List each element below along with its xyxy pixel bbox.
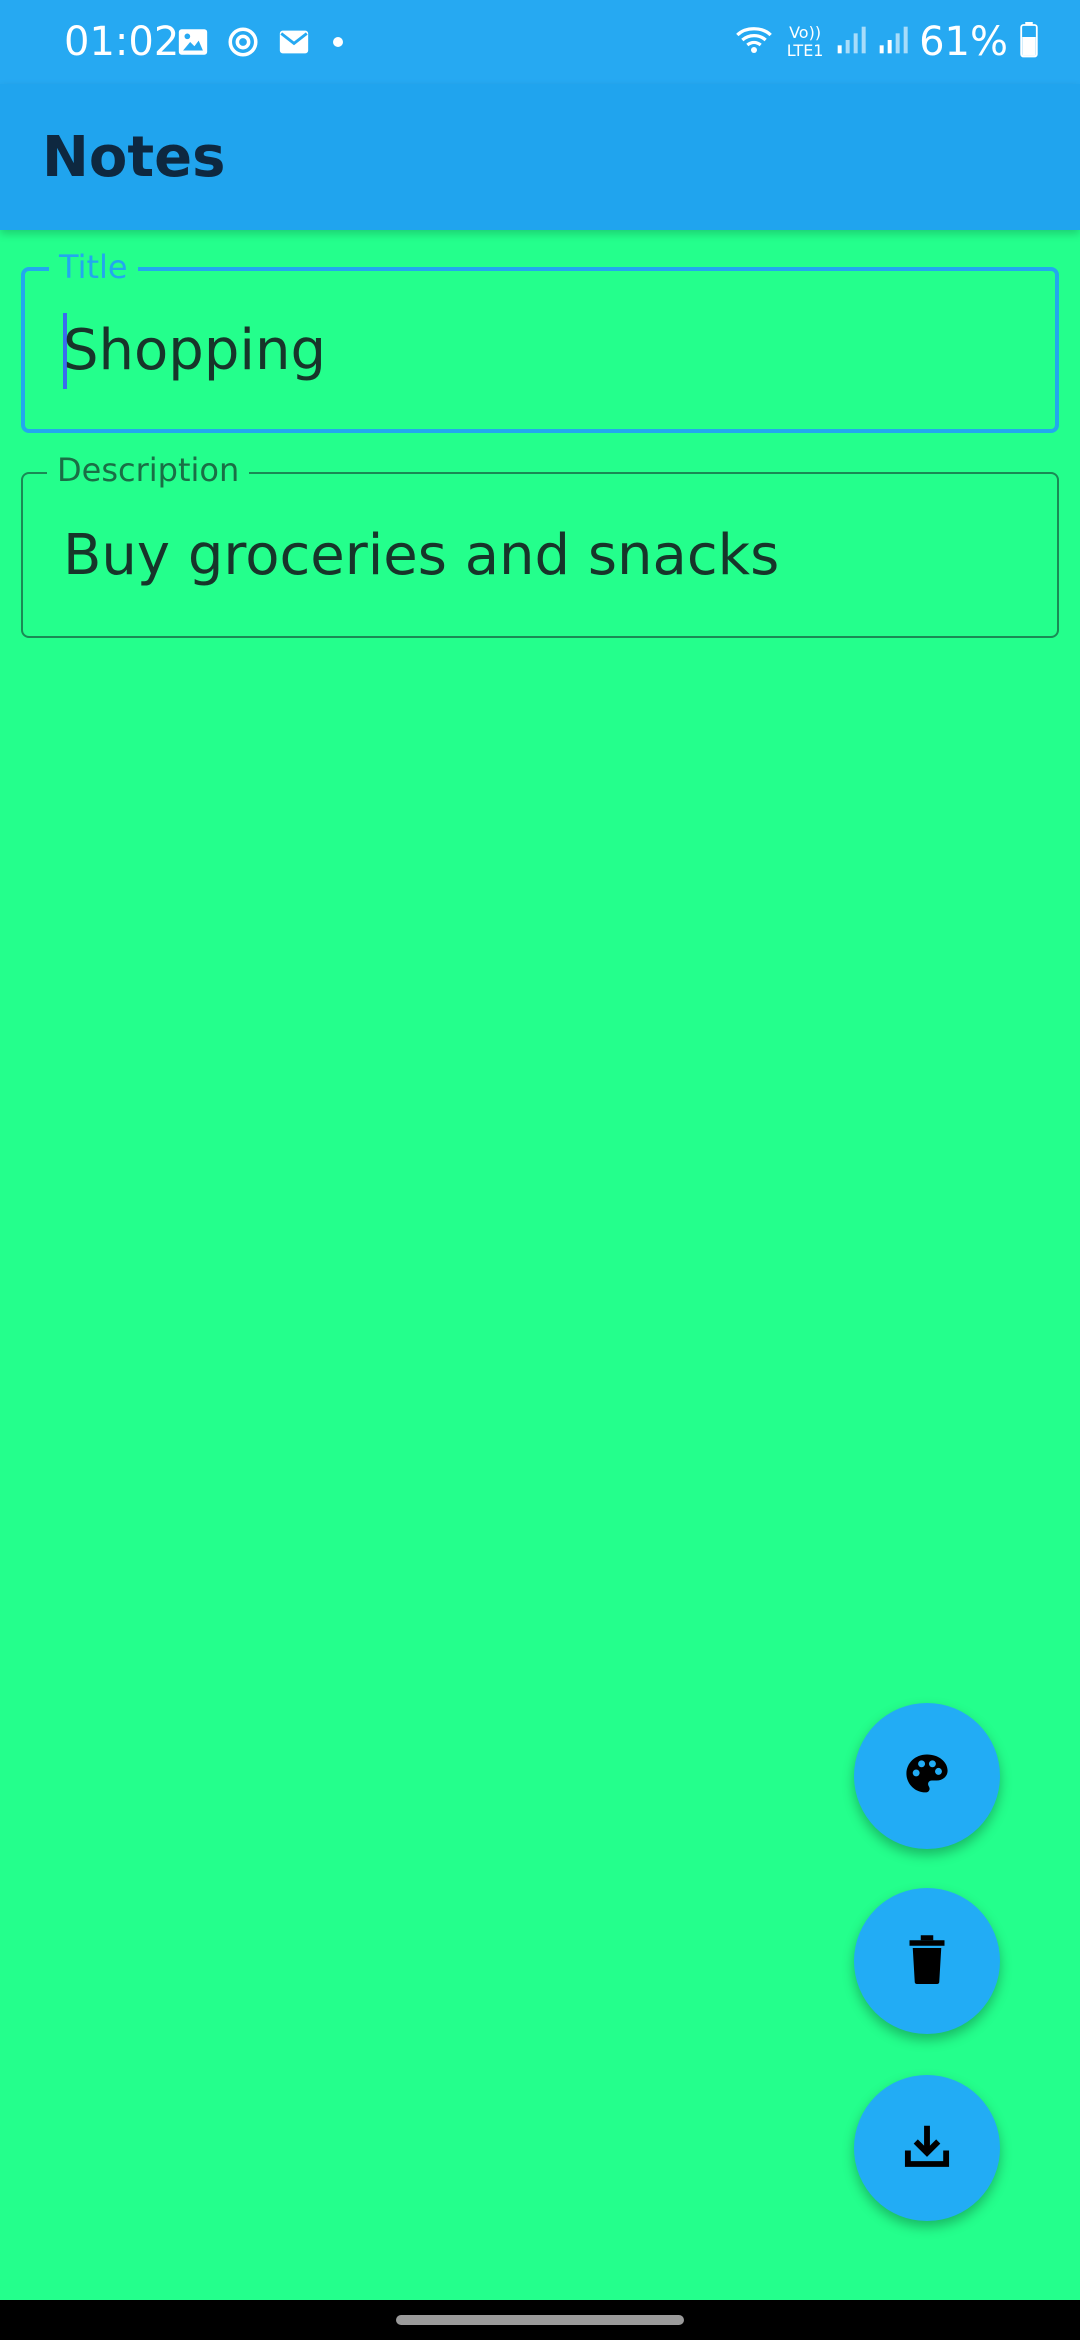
status-left-icons xyxy=(176,24,348,60)
status-right: Vo)) LTE1 61% xyxy=(733,18,1040,66)
status-time: 01:02 xyxy=(64,19,180,65)
signal-icon xyxy=(877,22,909,62)
save-button[interactable] xyxy=(854,2075,1000,2221)
page-title: Notes xyxy=(42,125,226,190)
title-field[interactable]: Title Shopping xyxy=(21,247,1059,433)
home-handle[interactable] xyxy=(396,2315,684,2325)
battery-percent: 61% xyxy=(919,19,1008,65)
palette-icon xyxy=(901,1748,953,1804)
description-field-value[interactable]: Buy groceries and snacks xyxy=(63,524,779,588)
network-label: Vo)) LTE1 xyxy=(786,23,824,60)
download-icon xyxy=(900,2119,954,2177)
image-icon xyxy=(176,25,210,59)
mail-icon xyxy=(276,25,312,59)
title-field-value[interactable]: Shopping xyxy=(63,319,326,383)
trash-icon xyxy=(907,1933,947,1989)
dot-icon xyxy=(328,32,348,52)
title-field-label: Title xyxy=(49,247,138,287)
app-bar: Notes xyxy=(0,84,1080,230)
delete-button[interactable] xyxy=(854,1888,1000,2034)
status-bar: 01:02 Vo)) LTE1 61% xyxy=(0,0,1080,84)
description-field-label: Description xyxy=(47,450,250,490)
color-picker-button[interactable] xyxy=(854,1703,1000,1849)
sync-icon xyxy=(226,25,260,59)
navigation-bar xyxy=(0,2300,1080,2340)
signal-icon xyxy=(835,22,867,62)
description-field[interactable]: Description Buy groceries and snacks xyxy=(21,450,1059,638)
battery-icon xyxy=(1018,22,1040,62)
wifi-icon xyxy=(733,20,775,64)
